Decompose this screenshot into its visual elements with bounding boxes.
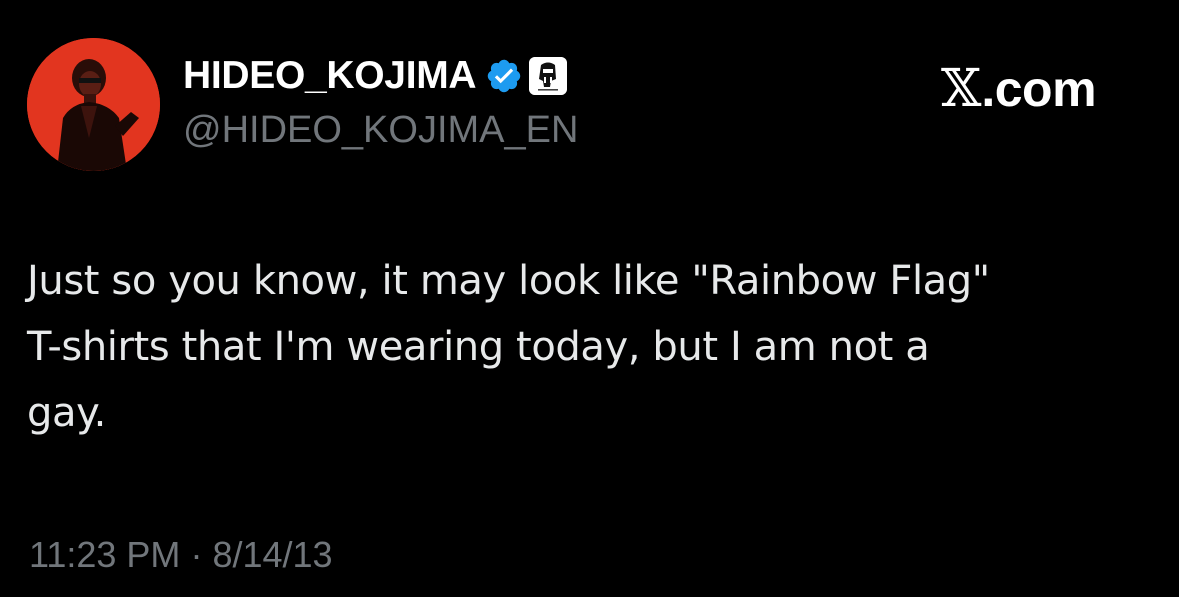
user-handle[interactable]: @HIDEO_KOJIMA_EN (183, 108, 578, 152)
tweet-text: Just so you know, it may look like "Rain… (27, 248, 1157, 446)
x-com-logo: 𝕏 .com (941, 59, 1097, 119)
avatar[interactable] (27, 38, 160, 171)
tweet-card: HIDEO_KOJIMA @HIDEO_KOJIMA_EN 𝕏 .com Jus… (0, 0, 1179, 597)
profile-photo-icon (27, 38, 160, 171)
tweet-text-line: T-shirts that I'm wearing today, but I a… (27, 324, 930, 370)
tweet-text-line: Just so you know, it may look like "Rain… (27, 258, 990, 304)
tweet-date: 8/14/13 (212, 534, 333, 575)
tweet-time: 11:23 PM (29, 534, 181, 575)
tweet-timestamp[interactable]: 11:23 PM · 8/14/13 (29, 533, 333, 577)
x-logo-icon: 𝕏 (941, 59, 982, 119)
timestamp-separator: · (190, 534, 203, 575)
author-name-row: HIDEO_KOJIMA (183, 54, 568, 98)
display-name[interactable]: HIDEO_KOJIMA (183, 54, 477, 98)
x-logo-domain: .com (981, 61, 1097, 117)
verified-check-icon (485, 57, 523, 95)
kojima-productions-logo-icon[interactable] (529, 57, 568, 95)
tweet-text-line: gay. (27, 390, 106, 436)
